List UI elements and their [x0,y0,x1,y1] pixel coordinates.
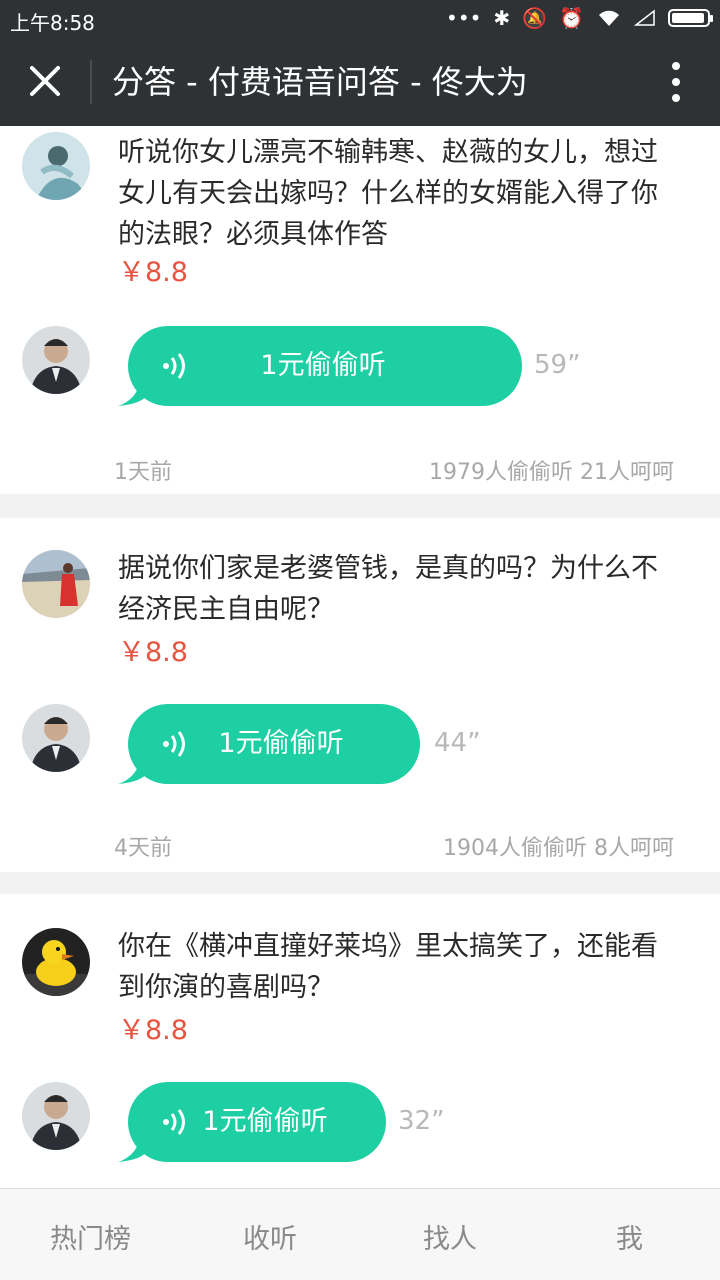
tab-hot[interactable]: 热门榜 [50,1217,131,1256]
question-list: 听说你女儿漂亮不输韩寒、赵薇的女儿，想过女儿有天会出嫁吗？什么样的女婿能入得了你… [0,126,720,1188]
question-card[interactable]: 你在《横冲直撞好莱坞》里太搞笑了，还能看到你演的喜剧吗？ ￥8.8 1元偷偷听 … [0,894,720,1188]
signal-icon [634,9,655,26]
time-ago: 4天前 [114,836,172,861]
battery-icon [668,9,713,27]
answerer-avatar[interactable] [22,704,90,772]
listen-label: 1元偷偷听 [260,350,386,381]
audio-duration: 32” [398,1106,445,1136]
status-icons: ••• ✱ 🔕 ⏰ [446,6,713,30]
asker-avatar[interactable] [22,550,90,618]
question-card[interactable]: 据说你们家是老婆管钱，是真的吗？为什么不经济民主自由呢？ ￥8.8 1元偷偷听 … [0,518,720,872]
listen-bubble[interactable]: 1元偷偷听 [118,326,522,406]
audio-wave-icon [163,353,185,379]
answerer-avatar[interactable] [22,326,90,394]
answerer-avatar[interactable] [22,1082,90,1150]
audio-wave-icon [163,1109,185,1135]
status-bar: 上午8:58 ••• ✱ 🔕 ⏰ [0,0,720,38]
question-text: 你在《横冲直撞好莱坞》里太搞笑了，还能看到你演的喜剧吗？ [118,931,658,1003]
bluetooth-icon: ✱ [493,6,511,30]
question-price: ￥8.8 [118,257,188,288]
audio-duration: 59” [534,350,581,380]
question-card[interactable]: 听说你女儿漂亮不输韩寒、赵薇的女儿，想过女儿有天会出嫁吗？什么样的女婿能入得了你… [0,126,720,494]
audio-wave-icon [163,731,185,757]
asker-avatar[interactable] [22,132,90,200]
more-dots-icon: ••• [446,6,482,30]
listen-label: 1元偷偷听 [202,1106,328,1137]
mute-icon: 🔕 [522,6,548,30]
page-title: 分答 - 付费语音问答 - 佟大为 [112,63,528,101]
bottom-tab-bar: 热门榜 收听 找人 我 [0,1188,720,1280]
listen-bubble[interactable]: 1元偷偷听 [118,704,420,784]
asker-avatar[interactable] [22,928,90,996]
question-text: 据说你们家是老婆管钱，是真的吗？为什么不经济民主自由呢？ [118,553,658,625]
question-price: ￥8.8 [118,1015,188,1046]
status-time: 上午8:58 [10,11,95,35]
tab-listen[interactable]: 收听 [243,1217,297,1256]
listen-stats: 1979人偷偷听 21人呵呵 [429,460,674,485]
more-menu-icon[interactable] [672,62,680,102]
tab-me[interactable]: 我 [616,1217,643,1256]
listen-label: 1元偷偷听 [218,728,344,759]
app-bar: 分答 - 付费语音问答 - 佟大为 [0,38,720,126]
audio-duration: 44” [434,728,481,758]
wifi-icon [599,10,619,26]
listen-stats: 1904人偷偷听 8人呵呵 [443,836,674,861]
listen-bubble[interactable]: 1元偷偷听 [118,1082,386,1162]
tab-find-people[interactable]: 找人 [423,1217,477,1256]
alarm-icon: ⏰ [559,6,584,30]
question-price: ￥8.8 [118,637,188,668]
question-text: 听说你女儿漂亮不输韩寒、赵薇的女儿，想过女儿有天会出嫁吗？什么样的女婿能入得了你… [118,137,658,250]
divider [90,60,92,104]
time-ago: 1天前 [114,460,172,485]
close-icon[interactable] [22,58,68,104]
